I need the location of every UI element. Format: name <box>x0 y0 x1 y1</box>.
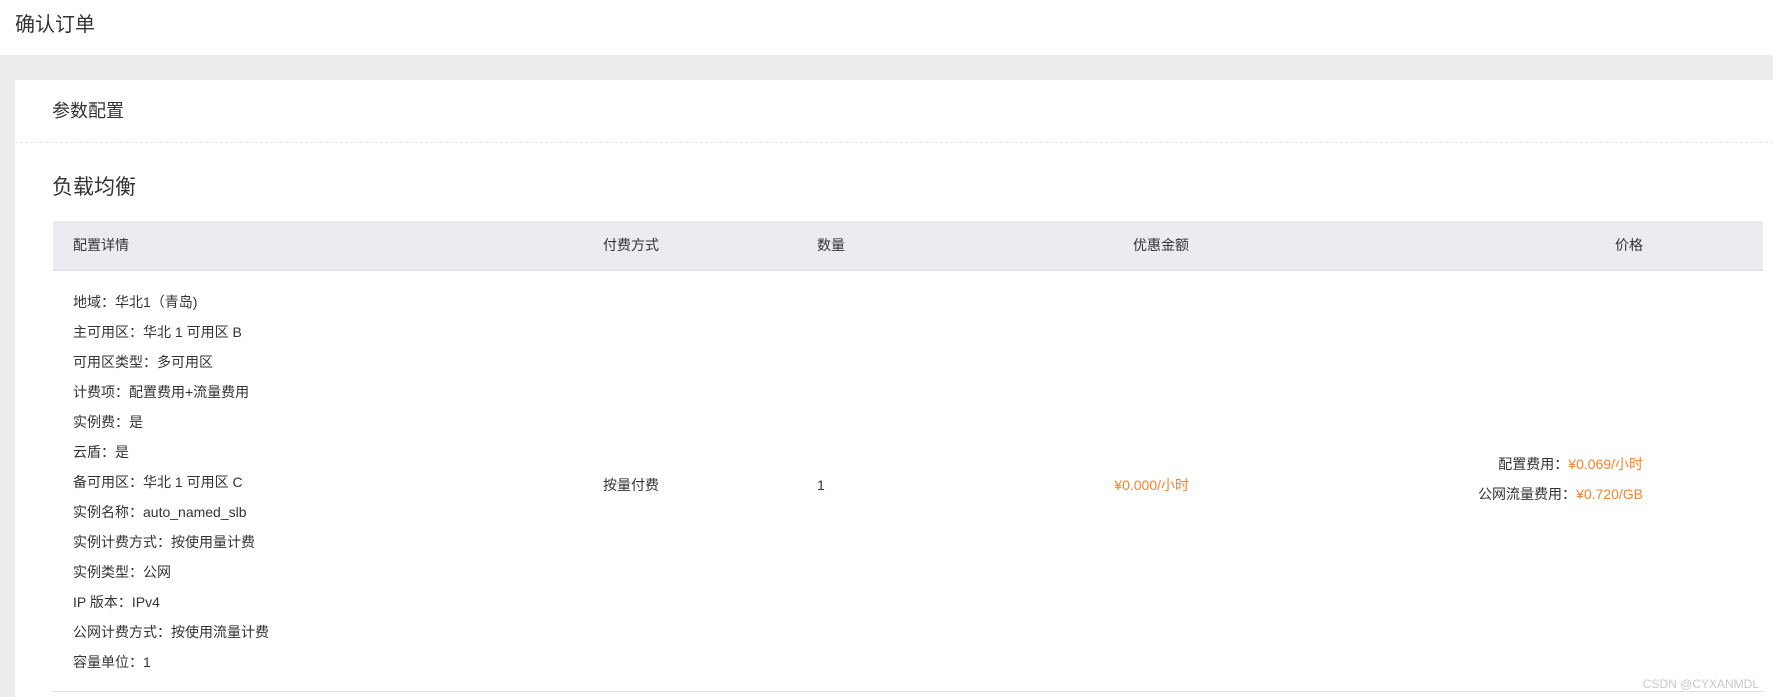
product-title: 负载均衡 <box>52 176 136 199</box>
price-label-traffic: 公网流量费用： <box>1478 486 1577 502</box>
payment-method-value: 按量付费 <box>603 477 659 493</box>
price-value-traffic: ¥0.720/GB <box>1576 486 1643 502</box>
config-detail-backup-zone: 备可用区：华北 1 可用区 C <box>73 474 243 490</box>
page-title: 确认订单 <box>15 14 95 36</box>
header-quantity: 数量 <box>817 237 845 253</box>
header-payment-method: 付费方式 <box>603 237 659 253</box>
config-detail-primary-zone: 主可用区：华北 1 可用区 B <box>73 324 242 340</box>
price-line-config: 配置费用：¥0.069/小时 <box>1478 456 1643 486</box>
price-line-traffic: 公网流量费用：¥0.720/GB <box>1478 486 1643 516</box>
config-detail-region: 地域：华北1（青岛) <box>73 294 198 310</box>
config-detail-instance-fee: 实例费：是 <box>73 414 143 430</box>
config-detail-zone-type: 可用区类型：多可用区 <box>73 354 213 370</box>
header-discount: 优惠金额 <box>1133 237 1189 253</box>
config-card: 参数配置 负载均衡 配置详情 付费方式 数量 优惠金额 价格 地域：华北1（青岛… <box>15 80 1773 697</box>
header-config-details: 配置详情 <box>73 237 129 253</box>
price-label-config: 配置费用： <box>1498 456 1569 472</box>
table-header: 配置详情 付费方式 数量 优惠金额 价格 <box>53 221 1763 271</box>
table-row: 地域：华北1（青岛) 主可用区：华北 1 可用区 B 可用区类型：多可用区 计费… <box>53 271 1763 692</box>
config-detail-capacity-unit: 容量单位：1 <box>73 654 151 670</box>
config-detail-instance-name: 实例名称：auto_named_slb <box>73 504 247 520</box>
section-title: 参数配置 <box>52 101 124 121</box>
price-value-config: ¥0.069/小时 <box>1568 456 1643 472</box>
config-detail-ip-version: IP 版本：IPv4 <box>73 594 160 610</box>
top-bar: 确认订单 <box>0 0 1773 55</box>
price-breakdown: 配置费用：¥0.069/小时 公网流量费用：¥0.720/GB <box>1478 456 1643 516</box>
config-detail-instance-billing: 实例计费方式：按使用量计费 <box>73 534 255 550</box>
order-table: 配置详情 付费方式 数量 优惠金额 价格 地域：华北1（青岛) 主可用区：华北 … <box>53 221 1763 692</box>
config-detail-billing-items: 计费项：配置费用+流量费用 <box>73 384 250 400</box>
config-detail-cloud-shield: 云盾：是 <box>73 444 129 460</box>
header-price: 价格 <box>1615 237 1643 253</box>
watermark: CSDN @CYXANMDL <box>1642 677 1759 691</box>
config-detail-network-billing: 公网计费方式：按使用流量计费 <box>73 624 269 640</box>
config-detail-instance-type: 实例类型：公网 <box>73 564 171 580</box>
quantity-value: 1 <box>817 477 825 493</box>
config-details-list: 地域：华北1（青岛) 主可用区：华北 1 可用区 B 可用区类型：多可用区 计费… <box>73 294 269 684</box>
discount-value: ¥0.000/小时 <box>1114 477 1189 493</box>
section-header: 参数配置 <box>15 80 1773 143</box>
